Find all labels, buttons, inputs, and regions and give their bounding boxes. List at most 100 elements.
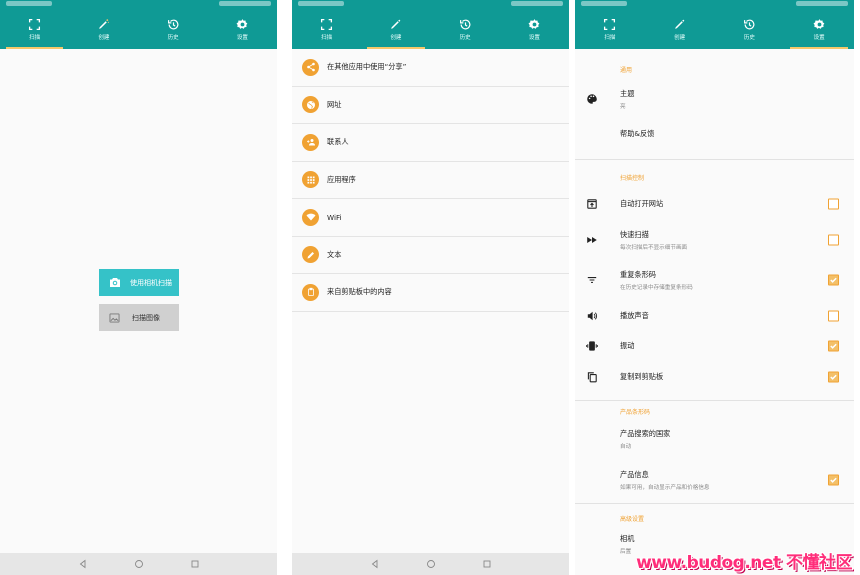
setting-desc: 在历史记录中存储重复条形码 (620, 284, 693, 291)
recents-icon[interactable] (482, 559, 492, 569)
tab-label: 创建 (390, 34, 402, 41)
setting-clipboard[interactable]: 复制到剪贴板 (575, 354, 854, 400)
scan-frame-icon (321, 18, 333, 30)
create-item-app[interactable]: 应用程序 (292, 161, 569, 199)
settings-list: 通用 主题 亮 帮助&反馈 扫描控制 自动打开网站 快速扫描 每次扫描后不显示细… (575, 49, 854, 556)
globe-icon (302, 96, 319, 114)
status-bar (0, 0, 277, 9)
back-icon[interactable] (370, 559, 380, 569)
tab-label: 创建 (674, 34, 686, 41)
tab-label: 扫描 (29, 34, 41, 41)
tab-label: 设置 (528, 34, 540, 41)
scan-screen: 扫描 创建 历史 设置 使用相机扫描 扫描图像 (0, 0, 277, 575)
recents-icon[interactable] (190, 559, 200, 569)
camera-scan-label: 使用相机扫描 (130, 278, 172, 287)
tab-settings[interactable]: 设置 (784, 9, 854, 49)
pencil-icon (302, 246, 319, 264)
back-icon[interactable] (78, 559, 88, 569)
gear-icon (528, 18, 540, 29)
product-info-checkbox[interactable] (828, 474, 839, 486)
setting-title: 播放声音 (620, 311, 649, 320)
create-item-label: 来自剪贴板中的内容 (327, 287, 392, 297)
tab-history[interactable]: 历史 (715, 9, 785, 49)
setting-sound[interactable]: 播放声音 (575, 294, 854, 338)
setting-theme[interactable]: 主题 亮 (575, 88, 854, 110)
section-product-barcode-header: 产品条形码 (620, 408, 651, 416)
create-item-wifi[interactable]: WiFi (292, 199, 569, 237)
tab-label: 扫描 (321, 34, 333, 41)
create-item-text[interactable]: 文本 (292, 236, 569, 274)
tab-bar: 扫描 创建 历史 设置 (292, 9, 569, 49)
tab-settings[interactable]: 设置 (500, 9, 569, 49)
tab-scan[interactable]: 扫描 (292, 9, 361, 49)
tab-scan[interactable]: 扫描 (575, 9, 645, 49)
camera-scan-button[interactable]: 使用相机扫描 (99, 269, 179, 296)
setting-auto-open[interactable]: 自动打开网站 (575, 194, 854, 214)
vibrate-checkbox[interactable] (828, 340, 839, 352)
pencil-icon (675, 19, 685, 29)
fast-scan-checkbox[interactable] (828, 234, 839, 246)
setting-title: 快速扫描 (620, 229, 649, 239)
setting-value: 自动 (620, 443, 632, 450)
setting-help[interactable]: 帮助&反馈 (575, 109, 854, 159)
setting-title: 复制到剪贴板 (620, 372, 664, 381)
clipboard-checkbox[interactable] (828, 371, 839, 383)
vibrate-icon (586, 341, 598, 351)
history-icon (167, 19, 179, 29)
setting-product-info[interactable]: 产品信息 如果可用，自动显示产品和价格信息 (575, 457, 854, 503)
palette-icon (587, 94, 597, 104)
setting-desc: 每次扫描后不显示细节画面 (620, 244, 688, 251)
setting-duplicate[interactable]: 重复条形码 在历史记录中存储重复条形码 (575, 266, 854, 294)
create-item-clipboard[interactable]: 来自剪贴板中的内容 (292, 274, 569, 312)
system-nav-bar (292, 553, 569, 575)
tab-label: 历史 (743, 34, 755, 41)
create-item-label: 联系人 (327, 137, 349, 147)
sound-checkbox[interactable] (828, 310, 839, 322)
wifi-icon (302, 208, 319, 226)
tab-history[interactable]: 历史 (431, 9, 500, 49)
setting-country[interactable]: 产品搜索的国家 自动 (575, 421, 854, 457)
setting-title: 自动打开网站 (620, 199, 664, 208)
setting-title: 主题 (620, 88, 635, 98)
create-item-label: 文本 (327, 249, 342, 259)
section-scan-control-header: 扫描控制 (620, 174, 645, 182)
setting-title: 相机 (620, 533, 635, 543)
image-scan-button[interactable]: 扫描图像 (99, 304, 179, 331)
filter-list-icon (587, 277, 597, 283)
setting-value: 后置 (620, 548, 632, 555)
pencil-icon (391, 19, 401, 29)
gear-icon (236, 18, 248, 29)
setting-title: 帮助&反馈 (620, 129, 655, 138)
setting-title: 重复条形码 (620, 269, 656, 279)
image-icon (109, 312, 120, 323)
tab-history[interactable]: 历史 (139, 9, 208, 49)
home-icon[interactable] (134, 559, 144, 569)
tab-label: 历史 (459, 34, 471, 41)
history-icon (743, 19, 755, 29)
share-icon (302, 58, 319, 76)
create-item-label: 网址 (327, 99, 342, 109)
image-scan-label: 扫描图像 (132, 313, 160, 322)
tab-bar: 扫描 创建 历史 设置 (575, 9, 854, 49)
fast-forward-icon (587, 237, 597, 243)
create-item-share[interactable]: 在其他应用中使用“分享” (292, 49, 569, 87)
home-icon[interactable] (426, 559, 436, 569)
tab-settings[interactable]: 设置 (208, 9, 277, 49)
history-icon (459, 19, 471, 29)
setting-vibrate[interactable]: 振动 (575, 338, 854, 354)
scan-frame-icon (604, 18, 616, 30)
section-advanced-header: 高级设置 (620, 515, 645, 523)
duplicate-checkbox[interactable] (828, 274, 839, 286)
tab-create[interactable]: 创建 (69, 9, 138, 49)
create-item-label: WiFi (327, 212, 342, 222)
auto-open-checkbox[interactable] (828, 198, 839, 210)
volume-icon (587, 311, 598, 321)
tab-label: 创建 (98, 34, 110, 41)
tab-scan[interactable]: 扫描 (0, 9, 69, 49)
create-item-contact[interactable]: 联系人 (292, 124, 569, 162)
status-bar (575, 0, 854, 9)
tab-create[interactable]: 创建 (361, 9, 430, 49)
setting-fast-scan[interactable]: 快速扫描 每次扫描后不显示细节画面 (575, 214, 854, 266)
tab-create[interactable]: 创建 (645, 9, 715, 49)
create-item-url[interactable]: 网址 (292, 86, 569, 124)
